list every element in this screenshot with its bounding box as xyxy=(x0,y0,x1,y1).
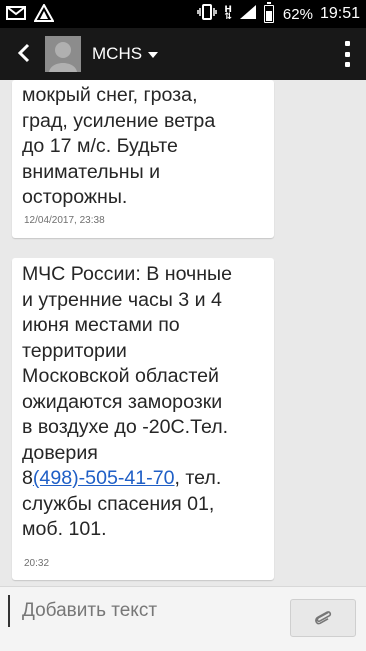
gmail-icon xyxy=(6,5,26,25)
data-arrows-icon: H ⇅ xyxy=(224,5,232,22)
back-button[interactable] xyxy=(12,40,38,66)
message-input[interactable] xyxy=(8,595,288,627)
contact-name-dropdown[interactable]: MCHS xyxy=(92,28,159,80)
message-text: МЧС России: В ночные и утренние часы 3 и… xyxy=(22,262,232,543)
dot-icon xyxy=(344,41,350,46)
contact-name: MCHS xyxy=(92,44,143,63)
message-timestamp: 20:32 xyxy=(24,558,50,569)
attach-button[interactable] xyxy=(290,599,356,637)
chevron-down-icon xyxy=(148,52,159,58)
back-arrow-icon xyxy=(17,43,30,63)
signal-icon xyxy=(239,4,257,24)
message-text: мокрый снег, гроза, град, усиление ветра… xyxy=(22,84,216,208)
person-silhouette-icon xyxy=(49,42,77,72)
action-bar: MCHS xyxy=(0,28,366,80)
compose-bar xyxy=(0,586,366,651)
battery-level-fill xyxy=(265,11,272,21)
vibrate-icon xyxy=(197,3,218,25)
battery-icon xyxy=(263,2,274,23)
triangle-icon xyxy=(33,2,55,26)
dot-icon xyxy=(344,51,350,57)
message-text-part: МЧС России: В ночные и утренние часы 3 и… xyxy=(22,263,233,489)
battery-percent: 62% xyxy=(282,5,313,23)
phone-link[interactable]: (498)-505-41-70 xyxy=(33,467,175,489)
avatar[interactable] xyxy=(45,36,81,72)
status-clock: 19:51 xyxy=(319,5,360,22)
dot-icon xyxy=(344,62,350,67)
paperclip-icon xyxy=(315,611,332,625)
status-bar: H ⇅ 62% 19:51 xyxy=(0,0,366,28)
message-timestamp: 12/04/2017, 23:38 xyxy=(24,215,105,226)
message-bubble[interactable]: МЧС России: В ночные и утренние часы 3 и… xyxy=(12,258,274,580)
overflow-menu-button[interactable] xyxy=(344,41,350,67)
